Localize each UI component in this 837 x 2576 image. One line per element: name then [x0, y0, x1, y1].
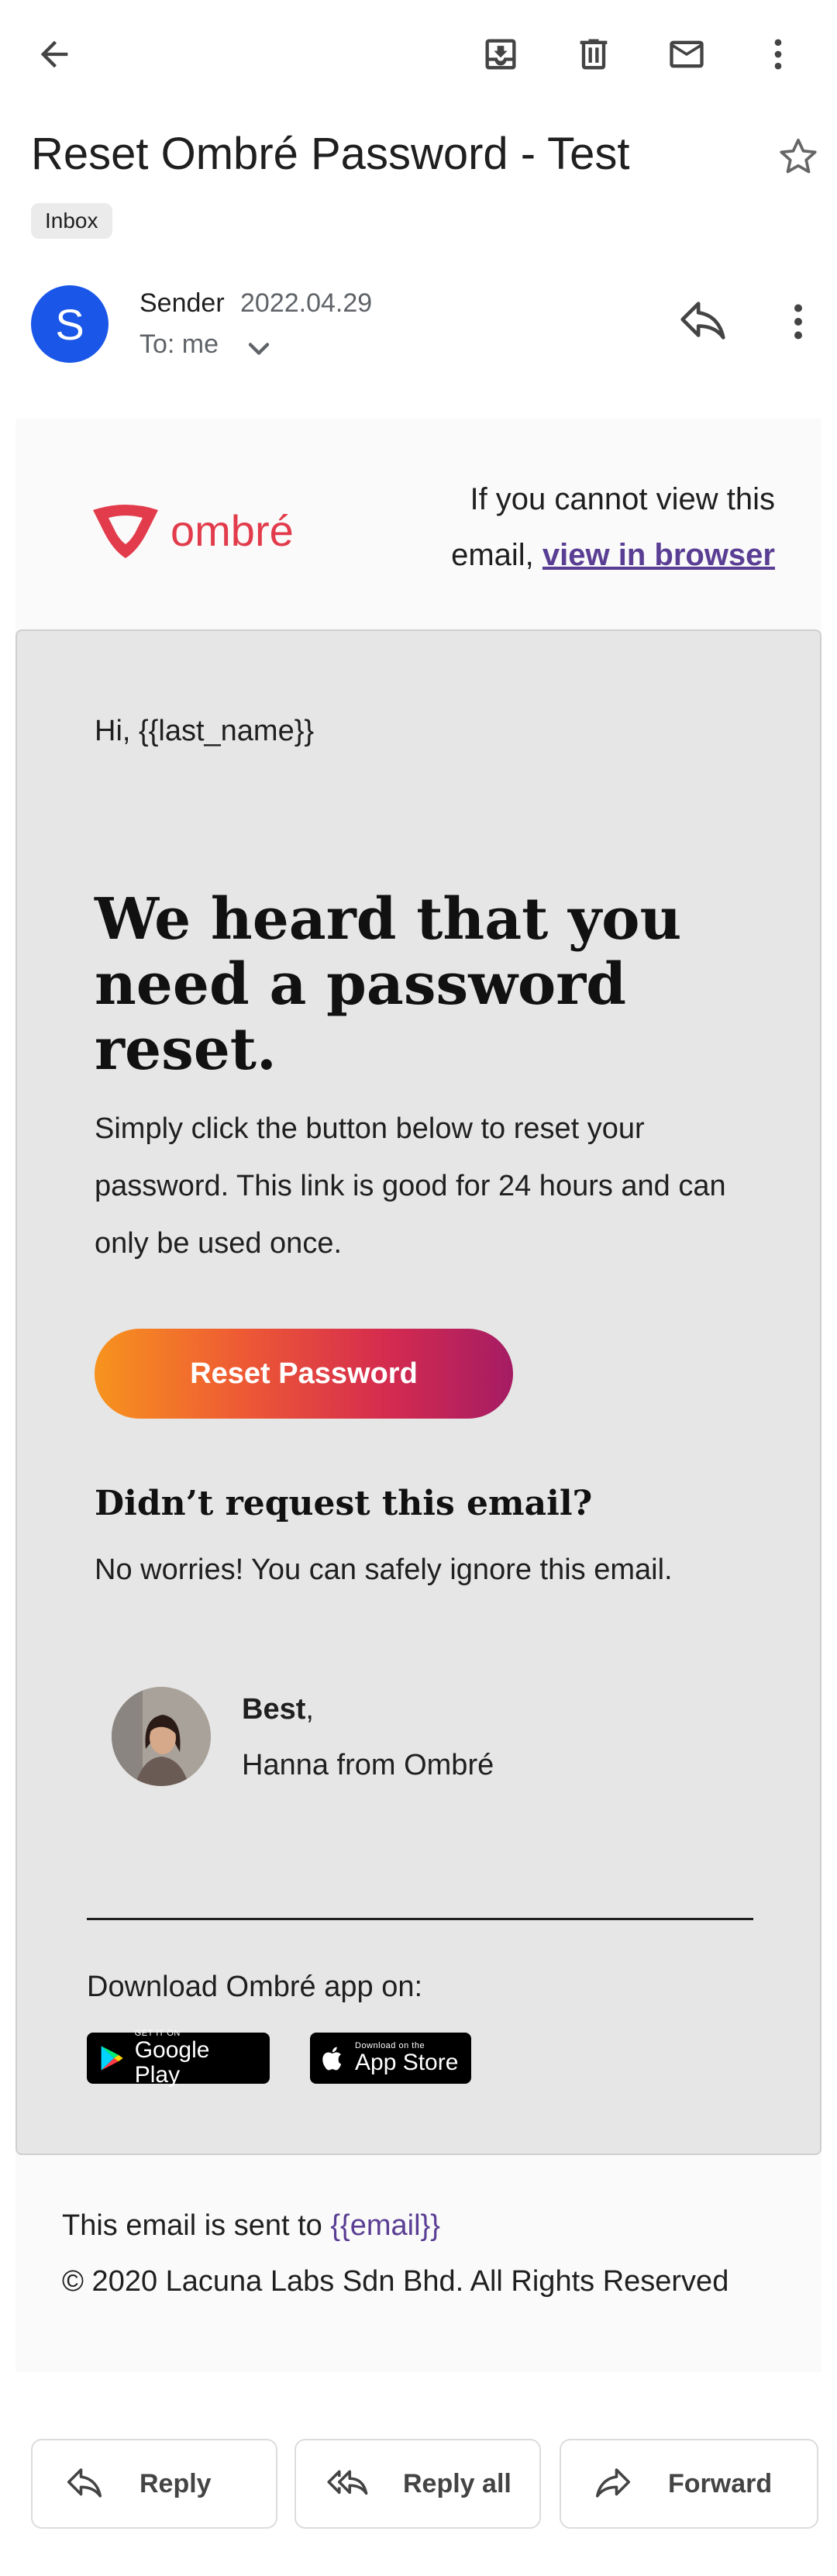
divider: [87, 1918, 753, 1920]
svg-text:ombré: ombré: [170, 506, 294, 555]
email-subject: Reset Ombré Password - Test: [31, 129, 630, 179]
download-label: Download Ombré app on:: [87, 1971, 423, 2003]
reply-icon: [67, 2468, 102, 2498]
chevron-down-icon[interactable]: [242, 332, 276, 366]
app-store-text: App Store: [355, 2050, 459, 2075]
trash-icon: [580, 39, 608, 70]
forward-button[interactable]: Forward: [560, 2439, 818, 2529]
reply-all-label: Reply all: [403, 2468, 512, 2498]
view-in-browser-text: If you cannot view this email, view in b…: [450, 471, 775, 583]
reply-all-icon: [327, 2470, 368, 2495]
signature-name: Hanna from Ombré: [242, 1749, 494, 1781]
email-body: ombré If you cannot view this email, vie…: [16, 419, 822, 2372]
forward-icon: [595, 2468, 631, 2498]
archive-icon: [485, 39, 516, 70]
ignore-note: No worries! You can safely ignore this e…: [95, 1554, 673, 1586]
footer-recipient: This email is sent to {{email}}: [62, 2209, 440, 2243]
back-button[interactable]: [22, 22, 87, 87]
didnt-request-heading: Didn’t request this email?: [95, 1484, 593, 1523]
google-play-text: Google Play: [134, 2037, 210, 2088]
footer-prefix: This email is sent to: [62, 2209, 331, 2242]
more-vert-icon: [774, 39, 782, 70]
signature-comma: ,: [305, 1693, 314, 1726]
app-store-badge[interactable]: Download on the App Store: [310, 2033, 471, 2084]
more-vert-icon[interactable]: [775, 295, 822, 349]
message-date: 2022.04.29: [240, 288, 373, 318]
avatar[interactable]: S: [31, 285, 108, 363]
more-options-button[interactable]: [746, 22, 811, 87]
sender-name: Sender: [140, 288, 225, 318]
google-play-badge[interactable]: GET IT ON Google Play: [87, 2029, 270, 2088]
star-icon[interactable]: [775, 133, 822, 180]
reply-icon[interactable]: [676, 295, 730, 349]
copyright: © 2020 Lacuna Labs Sdn Bhd. All Rights R…: [62, 2265, 729, 2298]
signature-photo: [112, 1687, 211, 1786]
footer-email: {{email}}: [330, 2209, 440, 2242]
email-card: Hi, {{last_name}} We heard that you need…: [16, 629, 822, 2155]
reply-label: Reply: [140, 2468, 212, 2498]
mail-icon: [670, 40, 704, 68]
forward-label: Forward: [668, 2468, 773, 2498]
view-in-browser-link[interactable]: view in browser: [542, 538, 775, 572]
top-app-bar: [0, 0, 837, 109]
arrow-left-icon: [40, 40, 68, 68]
greeting: Hi, {{last_name}}: [95, 715, 315, 747]
reset-password-button[interactable]: Reset Password: [95, 1329, 513, 1419]
signature-best: Best: [242, 1693, 306, 1726]
reply-button[interactable]: Reply: [31, 2439, 277, 2529]
apple-icon: [322, 2047, 342, 2071]
headline: We heard that you need a password reset.: [95, 886, 682, 1083]
recipient-summary[interactable]: To: me: [140, 329, 219, 360]
reply-all-button[interactable]: Reply all: [294, 2439, 541, 2529]
body-paragraph: Simply click the button below to reset y…: [95, 1112, 726, 1260]
ombre-logo: ombré: [93, 505, 294, 558]
google-play-icon: [101, 2046, 123, 2071]
label-chip-inbox[interactable]: Inbox: [31, 203, 112, 239]
delete-button[interactable]: [561, 22, 626, 87]
signature-closing: Best,: [242, 1693, 314, 1726]
mark-unread-button[interactable]: [654, 22, 719, 87]
archive-button[interactable]: [468, 22, 533, 87]
